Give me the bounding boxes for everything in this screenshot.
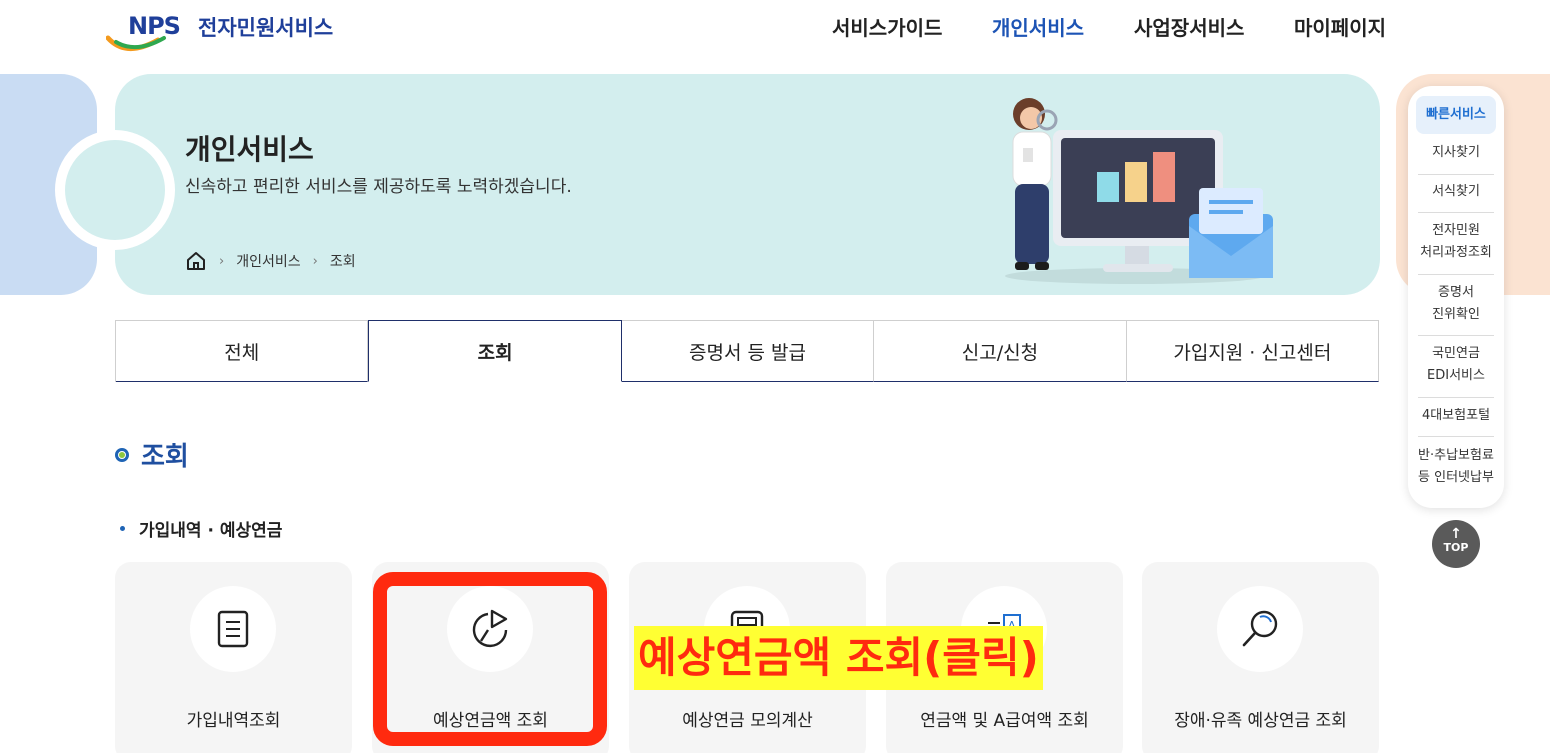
site-logo[interactable]: NPS 전자민원서비스	[105, 8, 334, 54]
divider	[1418, 174, 1494, 175]
page-description: 신속하고 편리한 서비스를 제공하도록 노력하겠습니다.	[185, 177, 572, 197]
tab-inquiry[interactable]: 조회	[368, 320, 622, 382]
quick-item-label: 국민연금	[1432, 346, 1480, 361]
quick-item-branch[interactable]: 지사찾기	[1416, 142, 1496, 164]
subsection-title: 가입내역 · 예상연금	[120, 516, 282, 541]
card-disability-survivor[interactable]: 장애·유족 예상연금 조회	[1142, 562, 1379, 753]
logo-title: 전자민원서비스	[198, 16, 334, 40]
card-subscription-history[interactable]: 가입내역조회	[115, 562, 352, 753]
divider	[1418, 397, 1494, 398]
quick-item-payment[interactable]: 반·추납보험료등 인터넷납부	[1416, 445, 1496, 489]
breadcrumb-chevron-icon: ›	[312, 253, 318, 269]
tab-support-center[interactable]: 가입지원 · 신고센터	[1126, 321, 1380, 382]
nav-mypage[interactable]: 마이페이지	[1294, 12, 1386, 41]
card-icon-wrap	[190, 586, 276, 672]
quick-item-edi[interactable]: 국민연금 EDI서비스	[1416, 343, 1496, 387]
callout-annotation: 예상연금액 조회(클릭)	[634, 626, 1043, 690]
quick-menu-title: 빠른서비스	[1416, 96, 1496, 134]
quick-item-forms[interactable]: 서식찾기	[1416, 181, 1496, 203]
nps-logo-icon: NPS	[105, 8, 194, 54]
document-icon	[217, 610, 249, 648]
breadcrumb-chevron-icon: ›	[219, 253, 225, 269]
arrow-up-icon: ↑	[1450, 526, 1462, 542]
top-button-label: TOP	[1443, 541, 1469, 554]
card-label: 예상연금 모의계산	[682, 711, 813, 731]
tab-all[interactable]: 전체	[116, 321, 369, 382]
logo-nps-text: NPS	[128, 12, 181, 40]
quick-item-4insurance[interactable]: 4대보험포털	[1416, 405, 1496, 427]
breadcrumb-item-personal[interactable]: 개인서비스	[236, 251, 300, 271]
quick-menu: 빠른서비스 지사찾기 서식찾기 전자민원처리과정조회 증명서진위확인 국민연금 E…	[1408, 86, 1504, 508]
breadcrumb: › 개인서비스 › 조회	[185, 250, 356, 272]
nav-business-service[interactable]: 사업장서비스	[1134, 12, 1244, 41]
hero-decoration-bump	[55, 130, 175, 250]
dot-bullet-icon	[120, 526, 125, 531]
divider	[1418, 274, 1494, 275]
subsection-title-text: 가입내역 · 예상연금	[139, 521, 283, 541]
quick-item-label: EDI서비스	[1427, 368, 1485, 383]
card-icon-wrap	[1217, 586, 1303, 672]
divider	[1418, 335, 1494, 336]
scroll-top-button[interactable]: ↑ TOP	[1432, 520, 1480, 568]
quick-item-label: 증명서	[1438, 285, 1474, 300]
quick-item-label: 4대보험포털	[1421, 408, 1491, 423]
quick-item-label: 전자민원	[1432, 223, 1480, 238]
quick-item-label: 등 인터넷납부	[1418, 470, 1494, 485]
circle-bullet-icon	[115, 447, 129, 462]
quick-item-process[interactable]: 전자민원처리과정조회	[1416, 220, 1496, 264]
section-title-text: 조회	[141, 442, 189, 472]
section-title: 조회	[115, 436, 189, 473]
tab-report-apply[interactable]: 신고/신청	[874, 321, 1127, 382]
quick-item-label: 진위확인	[1432, 307, 1480, 322]
highlight-annotation-box	[373, 572, 607, 746]
quick-item-label: 처리과정조회	[1420, 245, 1492, 260]
page-title: 개인서비스	[185, 133, 314, 166]
quick-item-label: 반·추납보험료	[1418, 448, 1494, 463]
quick-item-verify[interactable]: 증명서진위확인	[1416, 282, 1496, 326]
hero-illustration	[985, 86, 1275, 286]
divider	[1418, 212, 1494, 213]
card-label: 장애·유족 예상연금 조회	[1174, 711, 1347, 731]
card-label: 연금액 및 A급여액 조회	[920, 711, 1089, 731]
quick-item-label: 지사찾기	[1432, 145, 1480, 160]
quick-item-label: 서식찾기	[1432, 184, 1480, 199]
site-header: NPS 전자민원서비스 서비스가이드 개인서비스 사업장서비스 마이페이지	[0, 0, 1550, 60]
tab-certificate[interactable]: 증명서 등 발급	[621, 321, 875, 382]
search-icon	[1242, 610, 1278, 647]
breadcrumb-item-current: 조회	[329, 254, 356, 270]
nav-personal-service[interactable]: 개인서비스	[992, 12, 1084, 41]
category-tabs: 전체 조회 증명서 등 발급 신고/신청 가입지원 · 신고센터	[115, 320, 1380, 382]
nav-service-guide[interactable]: 서비스가이드	[832, 12, 942, 41]
home-icon[interactable]	[185, 250, 207, 272]
card-label: 가입내역조회	[186, 711, 281, 731]
divider	[1418, 436, 1494, 437]
